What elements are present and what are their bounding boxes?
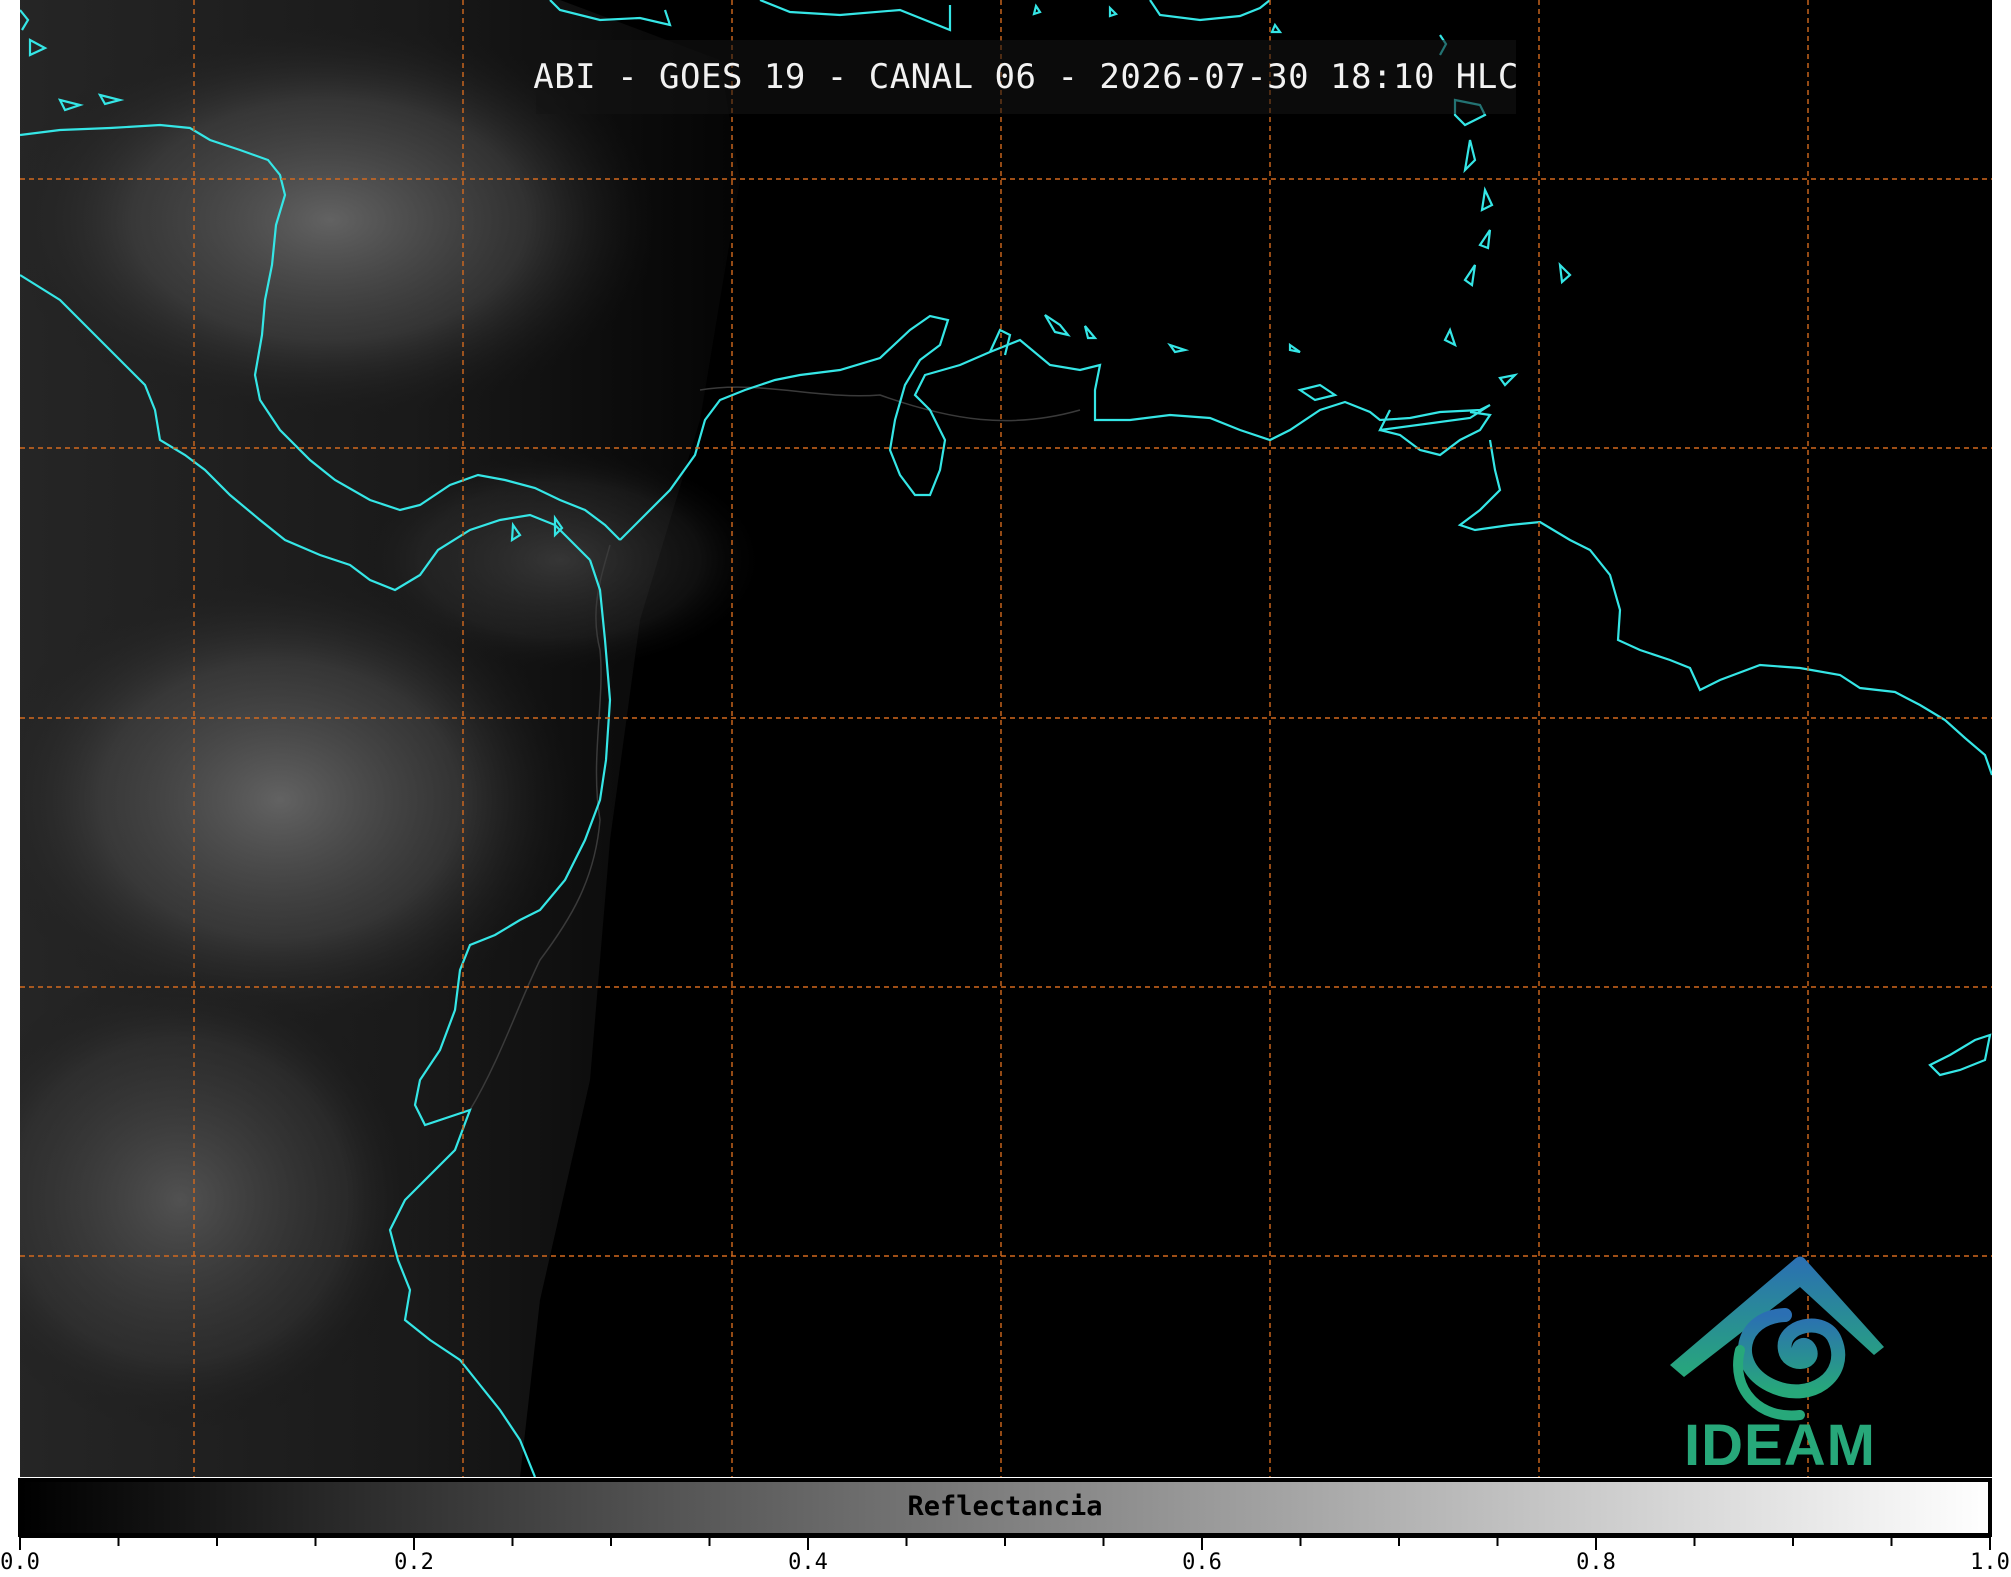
cloud-mass-panama [360,450,760,670]
satellite-map [18,0,1992,1550]
colorbar-ticks [19,1537,1991,1550]
colorbar-tick-label: 1.0 [1970,1550,2010,1575]
colorbar-tick-label: 0.2 [394,1550,434,1575]
map-title: ABI - GOES 19 - CANAL 06 - 2026-07-30 18… [533,40,1518,114]
ideam-logo-text: IDEAM [1684,1413,1876,1478]
colorbar-tick-label: 0.0 [0,1550,40,1575]
colorbar-label: Reflectancia [907,1490,1103,1522]
colorbar-tick-label: 0.4 [788,1550,828,1575]
colorbar-tick-label: 0.8 [1576,1550,1616,1575]
colorbar-tick-label: 0.6 [1182,1550,1222,1575]
